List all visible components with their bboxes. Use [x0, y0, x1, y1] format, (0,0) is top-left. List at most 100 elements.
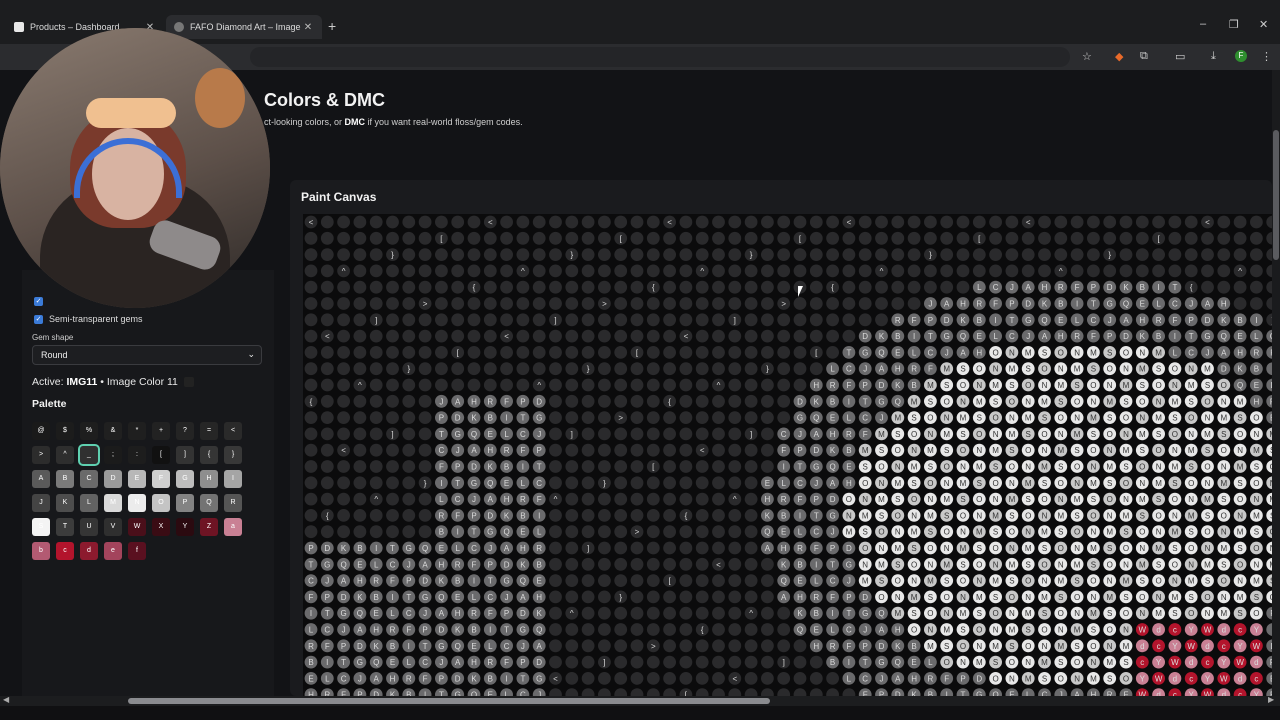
gem[interactable] — [353, 394, 367, 408]
gem[interactable] — [761, 639, 774, 653]
gem[interactable] — [337, 509, 350, 522]
gem[interactable] — [744, 525, 758, 539]
gem[interactable] — [646, 672, 660, 685]
gem[interactable] — [646, 362, 660, 376]
gem[interactable] — [679, 443, 693, 457]
gem[interactable] — [793, 329, 807, 343]
palette-swatch[interactable]: U — [80, 518, 98, 536]
gem[interactable] — [695, 672, 709, 685]
gem[interactable] — [483, 346, 497, 359]
palette-swatch[interactable]: f — [128, 542, 146, 560]
gem[interactable] — [549, 623, 562, 636]
gem[interactable] — [369, 443, 383, 457]
gem[interactable] — [728, 476, 742, 490]
gem[interactable] — [695, 476, 709, 490]
gem[interactable] — [663, 525, 676, 539]
gem[interactable] — [614, 313, 628, 327]
maximize-icon[interactable]: ❐ — [1229, 18, 1239, 31]
gem[interactable] — [581, 590, 595, 604]
gem[interactable] — [386, 280, 399, 294]
gem[interactable] — [402, 231, 416, 245]
gem[interactable] — [777, 411, 791, 424]
gem[interactable] — [1038, 248, 1051, 261]
palette-swatch[interactable]: H — [200, 470, 218, 488]
gem[interactable] — [744, 443, 758, 457]
gem[interactable] — [614, 623, 628, 636]
gem[interactable] — [581, 557, 595, 571]
gem[interactable] — [418, 231, 432, 245]
gem[interactable] — [646, 248, 660, 261]
gem[interactable] — [695, 394, 709, 408]
gem[interactable] — [777, 346, 791, 359]
gem[interactable] — [679, 672, 693, 685]
gem[interactable] — [761, 443, 774, 457]
gem[interactable] — [744, 672, 758, 685]
cast-icon[interactable]: ▭ — [1175, 50, 1185, 63]
palette-swatch[interactable]: ^ — [56, 446, 74, 464]
gem[interactable] — [451, 280, 465, 294]
gem[interactable] — [663, 378, 676, 392]
gem[interactable] — [695, 231, 709, 245]
gem[interactable] — [565, 541, 579, 555]
gem[interactable] — [483, 313, 497, 327]
gem[interactable] — [581, 280, 595, 294]
menu-icon[interactable]: ⋮ — [1261, 50, 1272, 63]
gem[interactable] — [744, 329, 758, 343]
gem[interactable] — [549, 525, 562, 539]
gem[interactable] — [467, 297, 481, 310]
gem[interactable] — [1201, 264, 1214, 278]
gem[interactable] — [402, 427, 416, 441]
gem[interactable] — [809, 280, 823, 294]
gem[interactable] — [304, 264, 318, 278]
gem[interactable] — [549, 541, 562, 555]
gem[interactable] — [777, 231, 791, 245]
gem[interactable] — [451, 264, 465, 278]
gem[interactable] — [353, 492, 367, 506]
gem[interactable] — [598, 248, 611, 261]
gem[interactable] — [679, 476, 693, 490]
gem[interactable] — [320, 492, 334, 506]
gem[interactable] — [679, 394, 693, 408]
gem[interactable] — [418, 411, 432, 424]
gem[interactable] — [793, 639, 807, 653]
gem[interactable] — [1217, 215, 1231, 229]
gem[interactable] — [793, 215, 807, 229]
gem[interactable] — [1201, 280, 1214, 294]
gem[interactable] — [549, 297, 562, 310]
gem[interactable] — [924, 280, 937, 294]
gem[interactable] — [646, 378, 660, 392]
palette-swatch[interactable]: R — [224, 494, 242, 512]
gem[interactable] — [565, 362, 579, 376]
gem[interactable] — [728, 280, 742, 294]
gem[interactable] — [761, 346, 774, 359]
gem[interactable] — [630, 606, 644, 620]
gem[interactable] — [386, 509, 399, 522]
gem[interactable] — [712, 427, 725, 441]
gem[interactable] — [500, 280, 513, 294]
gem[interactable] — [646, 476, 660, 490]
gem[interactable] — [1168, 231, 1182, 245]
gem[interactable] — [663, 590, 676, 604]
palette-swatch[interactable]: Z — [200, 518, 218, 536]
gem[interactable] — [386, 411, 399, 424]
gem[interactable] — [353, 313, 367, 327]
gem[interactable] — [646, 443, 660, 457]
gem[interactable] — [565, 639, 579, 653]
gem[interactable] — [907, 215, 921, 229]
gem[interactable] — [516, 297, 530, 310]
gem[interactable] — [858, 248, 872, 261]
gem[interactable] — [337, 346, 350, 359]
palette-swatch[interactable]: [ — [152, 446, 170, 464]
gem[interactable] — [989, 231, 1002, 245]
gem[interactable] — [940, 231, 954, 245]
gem[interactable] — [663, 655, 676, 669]
gem[interactable] — [972, 264, 986, 278]
gem[interactable] — [614, 248, 628, 261]
gem[interactable] — [337, 362, 350, 376]
gem[interactable] — [826, 688, 839, 696]
gem[interactable] — [418, 264, 432, 278]
gem[interactable] — [581, 346, 595, 359]
gem[interactable] — [614, 394, 628, 408]
gem[interactable] — [663, 231, 676, 245]
gem[interactable] — [549, 443, 562, 457]
